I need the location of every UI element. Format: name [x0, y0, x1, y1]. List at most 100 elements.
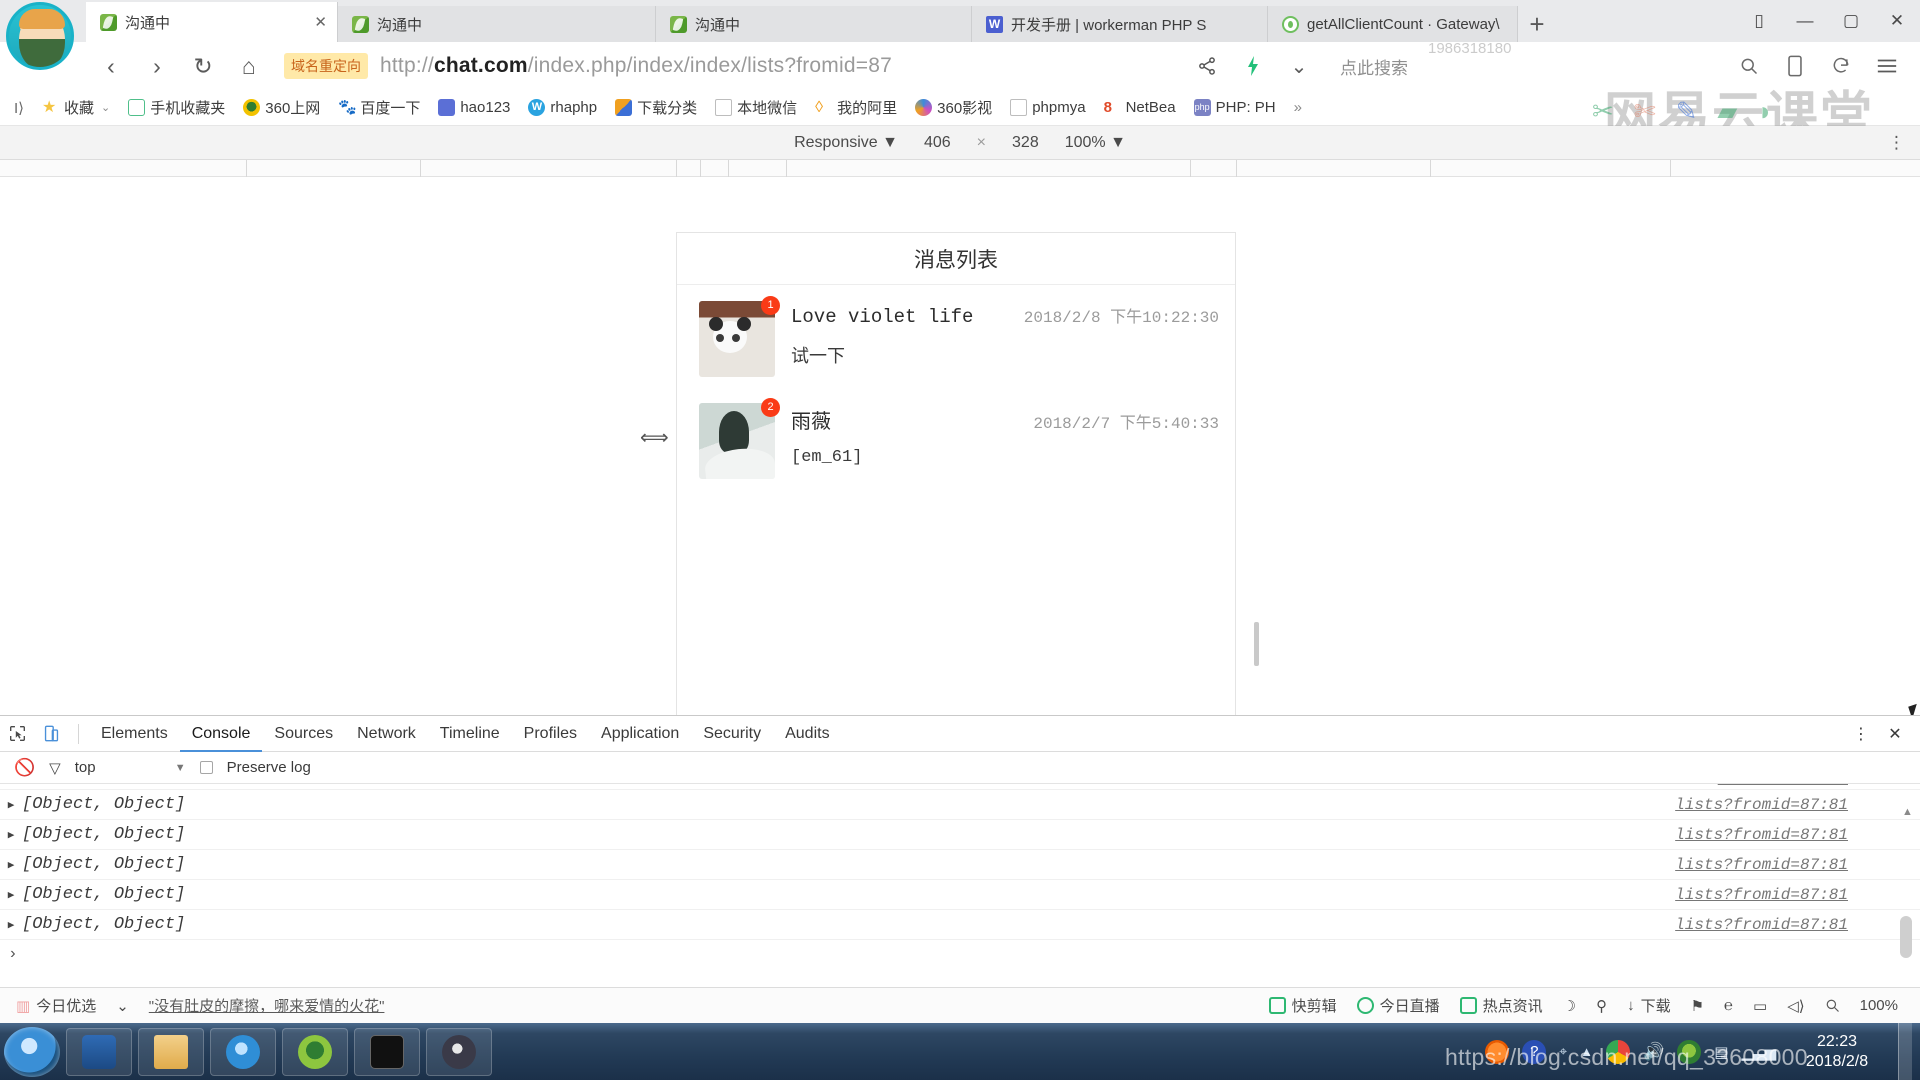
- moon-icon[interactable]: ☽: [1553, 997, 1586, 1015]
- browser-tab-0[interactable]: 沟通中 ✕: [86, 2, 338, 42]
- console-line[interactable]: ▶ [Object, Object] lists?fromid=87:81: [0, 850, 1920, 880]
- bookmark-baidu[interactable]: 🐾 百度一下: [329, 97, 429, 118]
- console-source-link[interactable]: lists?fromid=87:81: [1675, 886, 1848, 904]
- user-avatar-button[interactable]: [6, 2, 74, 70]
- console-source-link[interactable]: lists?fromid=87:81: [1675, 916, 1848, 934]
- search-hint-label[interactable]: 点此搜索: [1322, 54, 1426, 79]
- devtools-tab-network[interactable]: Network: [345, 716, 428, 752]
- clear-console-icon[interactable]: 🚫: [14, 758, 35, 778]
- minimize-button[interactable]: —: [1782, 0, 1828, 42]
- new-tab-button[interactable]: +: [1518, 6, 1556, 42]
- bookmark-expand[interactable]: I⟩: [0, 99, 33, 117]
- expander-icon[interactable]: ▶: [0, 858, 22, 872]
- clip-tool-button[interactable]: 快剪辑: [1259, 995, 1347, 1016]
- browser-tab-3[interactable]: 开发手册 | workerman PHP S: [972, 6, 1268, 42]
- avatar[interactable]: 1: [699, 296, 780, 377]
- expander-icon[interactable]: ▶: [0, 918, 22, 932]
- address-bar[interactable]: http://chat.com/index.php/index/index/li…: [380, 54, 892, 78]
- downloads-button[interactable]: ↓ 下载: [1617, 995, 1681, 1016]
- devtools-tab-sources[interactable]: Sources: [262, 716, 345, 752]
- funnel-icon[interactable]: ▽: [49, 759, 61, 777]
- close-icon[interactable]: ✕: [1878, 719, 1912, 749]
- taskbar-button-calc[interactable]: [66, 1027, 132, 1076]
- browser-tab-4[interactable]: getAllClientCount · Gateway\: [1268, 6, 1518, 42]
- viewport-width-input[interactable]: 406: [924, 134, 951, 152]
- bookmark-360video[interactable]: 360影视: [906, 97, 1001, 118]
- devtools-tab-audits[interactable]: Audits: [773, 716, 841, 752]
- collections-icon[interactable]: ▯: [1736, 0, 1782, 42]
- taskbar-button-360browser[interactable]: [282, 1027, 348, 1076]
- taskbar-button-obs[interactable]: [426, 1027, 492, 1076]
- expander-icon[interactable]: ▶: [0, 888, 22, 902]
- bookmark-hao123[interactable]: hao123: [429, 99, 519, 116]
- zoom-select[interactable]: 100% ▼: [1065, 134, 1126, 152]
- home-icon[interactable]: ⌂: [226, 43, 272, 89]
- bookmark-local-wechat[interactable]: 本地微信: [706, 97, 806, 118]
- devtools-tab-profiles[interactable]: Profiles: [512, 716, 589, 752]
- viewport-height-input[interactable]: 328: [1012, 134, 1039, 152]
- show-desktop-button[interactable]: [1898, 1023, 1912, 1080]
- device-toggle-icon[interactable]: [34, 719, 68, 749]
- taskbar-button-folder[interactable]: [138, 1027, 204, 1076]
- devtools-tab-security[interactable]: Security: [691, 716, 773, 752]
- status-bar-quote[interactable]: "没有肚皮的摩擦，哪来爱情的火花": [139, 995, 395, 1016]
- close-icon[interactable]: ✕: [300, 13, 327, 31]
- today-picks-button[interactable]: ▥ 今日优选: [0, 995, 106, 1016]
- close-window-button[interactable]: ✕: [1874, 0, 1920, 42]
- browser-tab-1[interactable]: 沟通中: [338, 6, 656, 42]
- chevron-down-icon[interactable]: ⌄: [1276, 43, 1322, 89]
- device-select[interactable]: Responsive ▼: [794, 134, 898, 152]
- forward-icon[interactable]: ›: [134, 43, 180, 89]
- bookmark-overflow[interactable]: »: [1285, 99, 1311, 116]
- preserve-log-checkbox[interactable]: [199, 761, 213, 774]
- devtools-tab-elements[interactable]: Elements: [89, 716, 180, 752]
- avatar[interactable]: 2: [699, 398, 780, 479]
- console-source-link[interactable]: lists?fromid=87:81: [1675, 796, 1848, 814]
- news-button[interactable]: 热点资讯: [1450, 995, 1553, 1016]
- bookmark-favorites[interactable]: ★ 收藏 ⌄: [33, 97, 119, 118]
- console-line[interactable]: ▶ [Object, Object] lists?fromid=87:81: [0, 820, 1920, 850]
- back-icon[interactable]: ‹: [88, 43, 134, 89]
- flag-icon[interactable]: ⚑: [1681, 997, 1714, 1015]
- expander-icon[interactable]: ▶: [0, 798, 22, 812]
- console-output[interactable]: lists?fromid=87:81 ▶ [Object, Object] li…: [0, 784, 1920, 984]
- edge-icon[interactable]: ℮: [1714, 997, 1743, 1014]
- device-toolbar-menu-icon[interactable]: ⋮: [1888, 133, 1906, 153]
- message-list-item[interactable]: 1 Love violet life 2018/2/8 下午10:22:30 试…: [677, 285, 1235, 387]
- devtools-menu-icon[interactable]: ⋮: [1844, 719, 1878, 749]
- bookmark-netbeans[interactable]: 8 NetBea: [1095, 99, 1185, 116]
- status-bar-caret[interactable]: ⌄: [106, 997, 139, 1015]
- console-source-link[interactable]: lists?fromid=87:81: [1675, 826, 1848, 844]
- inspect-icon[interactable]: [0, 719, 34, 749]
- console-context-select[interactable]: top: [75, 759, 161, 776]
- bookmark-phone-folder[interactable]: 手机收藏夹: [119, 97, 234, 118]
- console-line[interactable]: ▶ [Object, Object] lists?fromid=87:81: [0, 790, 1920, 820]
- message-list-item[interactable]: 2 雨薇 2018/2/7 下午5:40:33 [em_61]: [677, 387, 1235, 489]
- console-scrollbar[interactable]: ▲: [1900, 806, 1913, 974]
- reload-icon[interactable]: ↻: [180, 43, 226, 89]
- devtools-tab-console[interactable]: Console: [180, 716, 263, 752]
- devtools-tab-timeline[interactable]: Timeline: [428, 716, 512, 752]
- mute-ads-icon[interactable]: ⚲: [1586, 997, 1617, 1015]
- share-icon[interactable]: [1184, 43, 1230, 89]
- console-line[interactable]: ▶ [Object, Object] lists?fromid=87:81: [0, 880, 1920, 910]
- bookmark-alibaba[interactable]: ◊ 我的阿里: [806, 97, 906, 118]
- taskbar-button-ie[interactable]: [210, 1027, 276, 1076]
- sound-icon[interactable]: ◁⟩: [1777, 997, 1814, 1015]
- zoom-search-icon[interactable]: [1815, 998, 1850, 1013]
- scroll-up-icon[interactable]: ▲: [1902, 806, 1913, 818]
- console-source-link[interactable]: lists?fromid=87:81: [1718, 784, 1848, 788]
- viewport-resize-handle-right[interactable]: [1254, 622, 1259, 666]
- devtools-tab-application[interactable]: Application: [589, 716, 691, 752]
- bookmark-rhaphp[interactable]: W rhaphp: [519, 99, 606, 116]
- console-line[interactable]: ▶ [Object, Object] lists?fromid=87:81: [0, 910, 1920, 940]
- chevron-down-icon[interactable]: ▼: [175, 762, 186, 774]
- bookmark-php[interactable]: php PHP: PH: [1185, 99, 1285, 116]
- console-prompt[interactable]: ›: [0, 940, 1920, 968]
- lightning-icon[interactable]: [1230, 43, 1276, 89]
- bookmark-download-category[interactable]: 下载分类: [606, 97, 706, 118]
- viewport-resize-handle-left[interactable]: ⟺: [640, 425, 669, 450]
- browser-tab-2[interactable]: 沟通中: [656, 6, 972, 42]
- scrollbar-thumb[interactable]: [1900, 916, 1912, 958]
- expander-icon[interactable]: ▶: [0, 828, 22, 842]
